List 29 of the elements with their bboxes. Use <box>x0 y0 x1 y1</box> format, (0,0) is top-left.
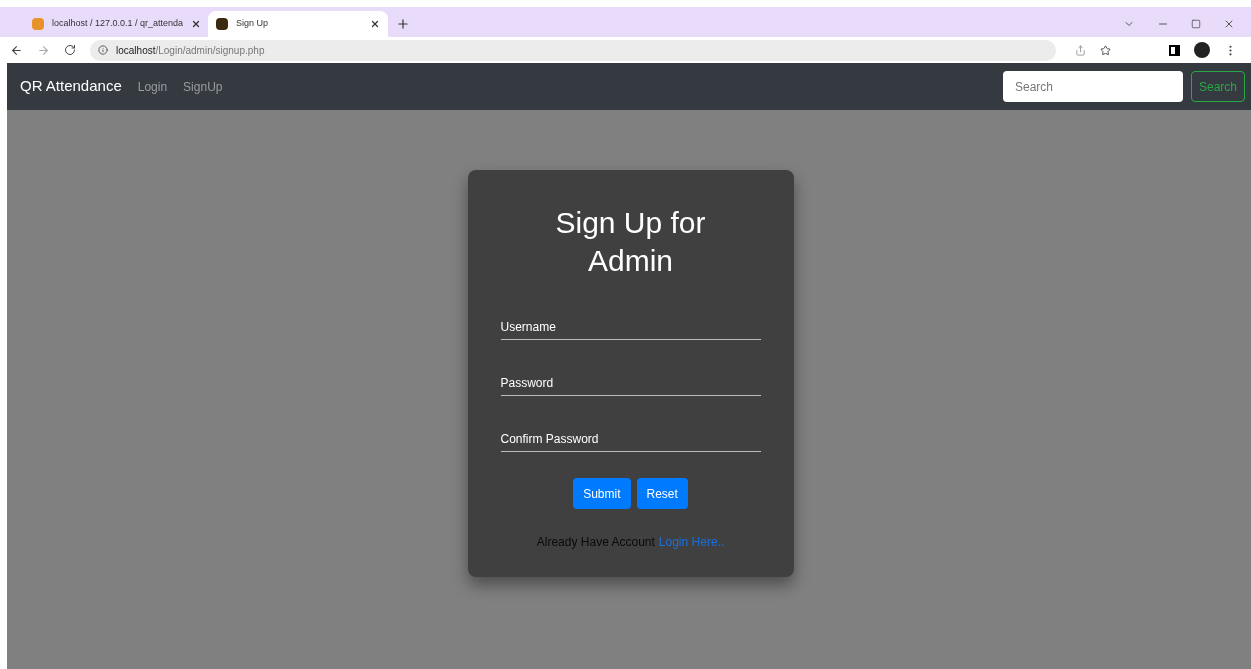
new-tab-icon[interactable] <box>396 17 410 31</box>
search-field[interactable]: Search <box>1002 71 1183 102</box>
back-icon[interactable] <box>10 43 23 57</box>
input-field[interactable]: Password <box>500 374 761 396</box>
share-icon[interactable] <box>1075 44 1086 56</box>
input-field[interactable]: Confirm Password <box>500 430 761 452</box>
nav-link[interactable]: Login <box>137 77 168 96</box>
site-icon <box>32 18 44 30</box>
address-bar[interactable]: localhost/Login/admin/signup.php <box>90 39 1056 61</box>
close-icon[interactable] <box>370 19 380 29</box>
sidebar-icon[interactable] <box>1169 44 1180 56</box>
search-button[interactable]: Search <box>1190 71 1245 102</box>
nav-link[interactable]: SignUp <box>183 77 223 96</box>
reset-button[interactable]: Reset <box>636 478 688 509</box>
brand-title[interactable]: QR Attendance <box>20 75 122 98</box>
close-icon[interactable] <box>1223 18 1235 30</box>
form-title: Sign Up for Admin <box>554 205 707 279</box>
input-field[interactable]: Username <box>500 318 761 340</box>
close-icon[interactable] <box>191 19 202 29</box>
bookmark-icon[interactable] <box>1100 44 1111 56</box>
site-icon <box>216 18 228 30</box>
avatar-icon[interactable] <box>1194 42 1210 58</box>
browser-tab[interactable]: Sign Up <box>208 11 388 37</box>
maximize-icon[interactable] <box>1191 19 1201 29</box>
submit-button[interactable]: Submit <box>573 478 631 509</box>
tab-title: localhost / 127.0.0.1 / qr_attenda <box>52 17 184 31</box>
tab-title: Sign Up <box>236 17 270 31</box>
reload-icon[interactable] <box>64 44 76 56</box>
info-icon <box>98 45 108 55</box>
